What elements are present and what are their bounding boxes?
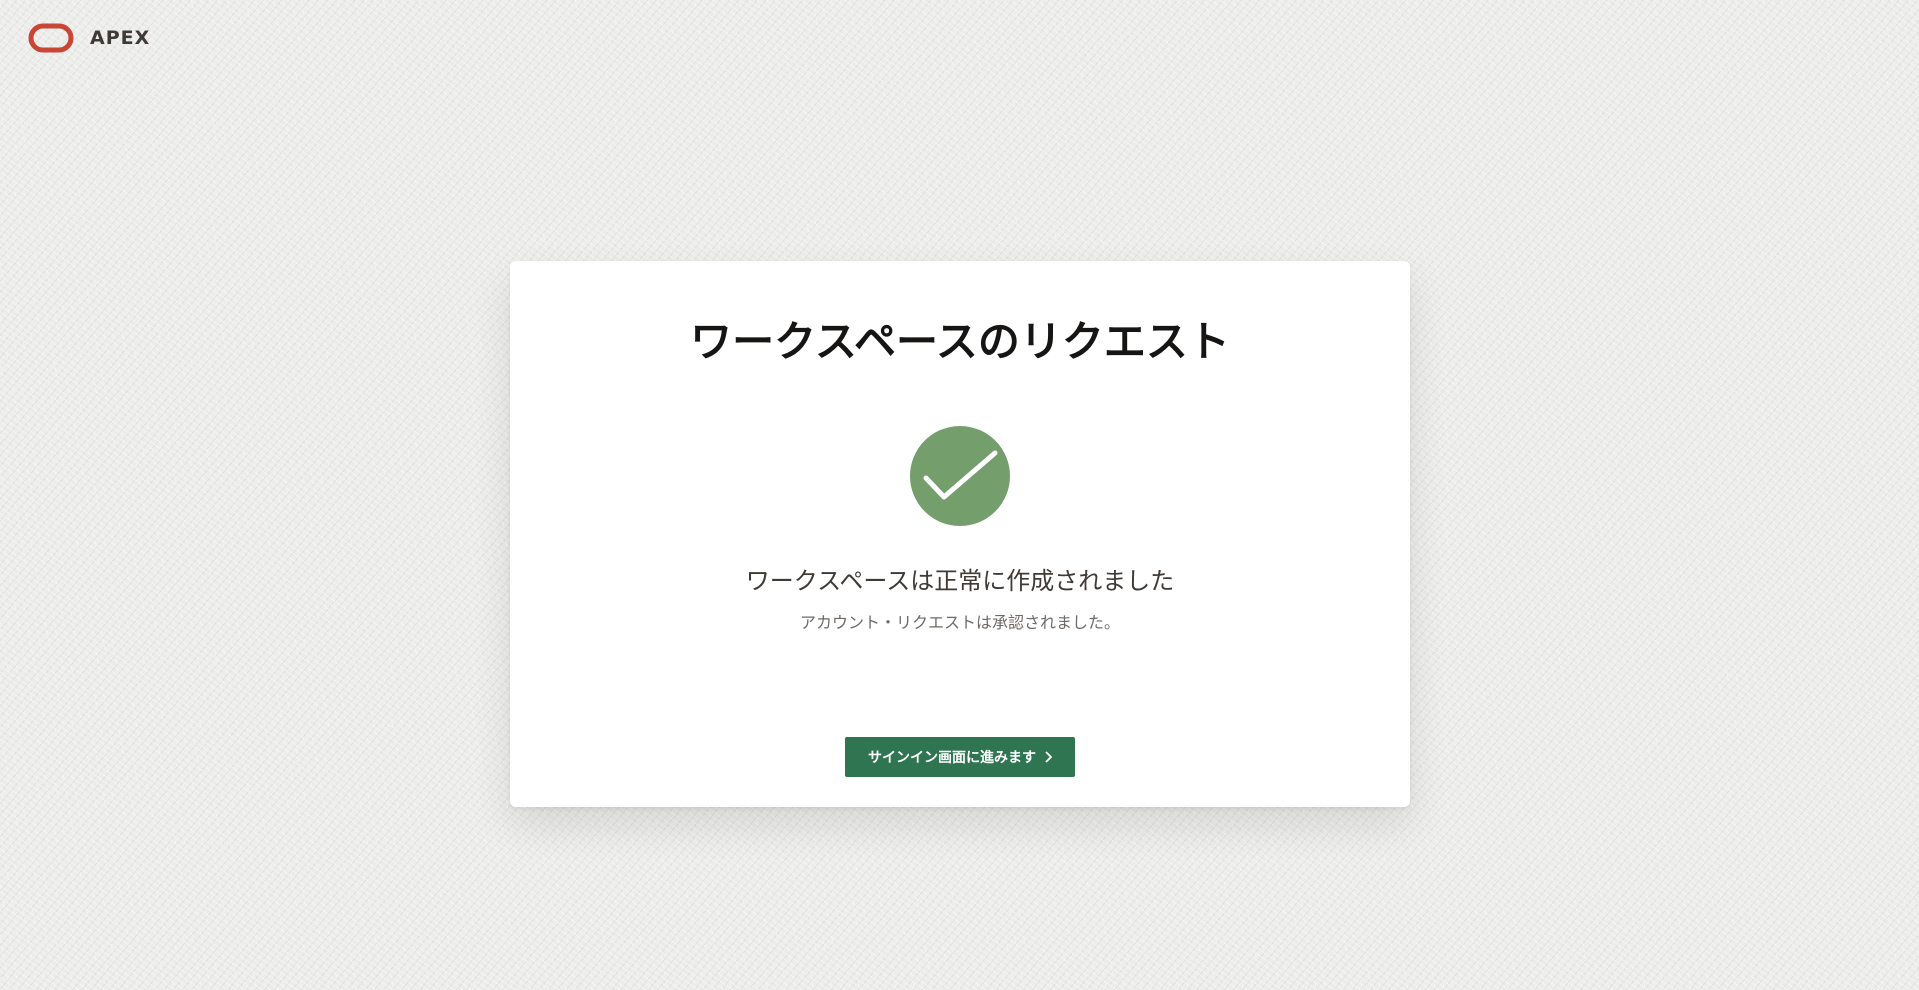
oracle-logo-icon bbox=[28, 23, 74, 53]
chevron-right-icon bbox=[1045, 751, 1052, 763]
top-bar: APEX bbox=[28, 22, 150, 54]
brand-name: APEX bbox=[90, 27, 151, 49]
page-title: ワークスペースのリクエスト bbox=[690, 317, 1230, 366]
proceed-to-signin-button[interactable]: サインイン画面に進みます bbox=[845, 737, 1075, 777]
success-message: ワークスペースは正常に作成されました bbox=[745, 567, 1175, 595]
approval-message: アカウント・リクエストは承認されました。 bbox=[799, 613, 1120, 632]
signin-button-label: サインイン画面に進みます bbox=[868, 750, 1036, 766]
request-result-card: ワークスペースのリクエスト ワークスペースは正常に作成されました アカウント・リ… bbox=[510, 261, 1410, 807]
check-circle-icon bbox=[910, 426, 1010, 526]
